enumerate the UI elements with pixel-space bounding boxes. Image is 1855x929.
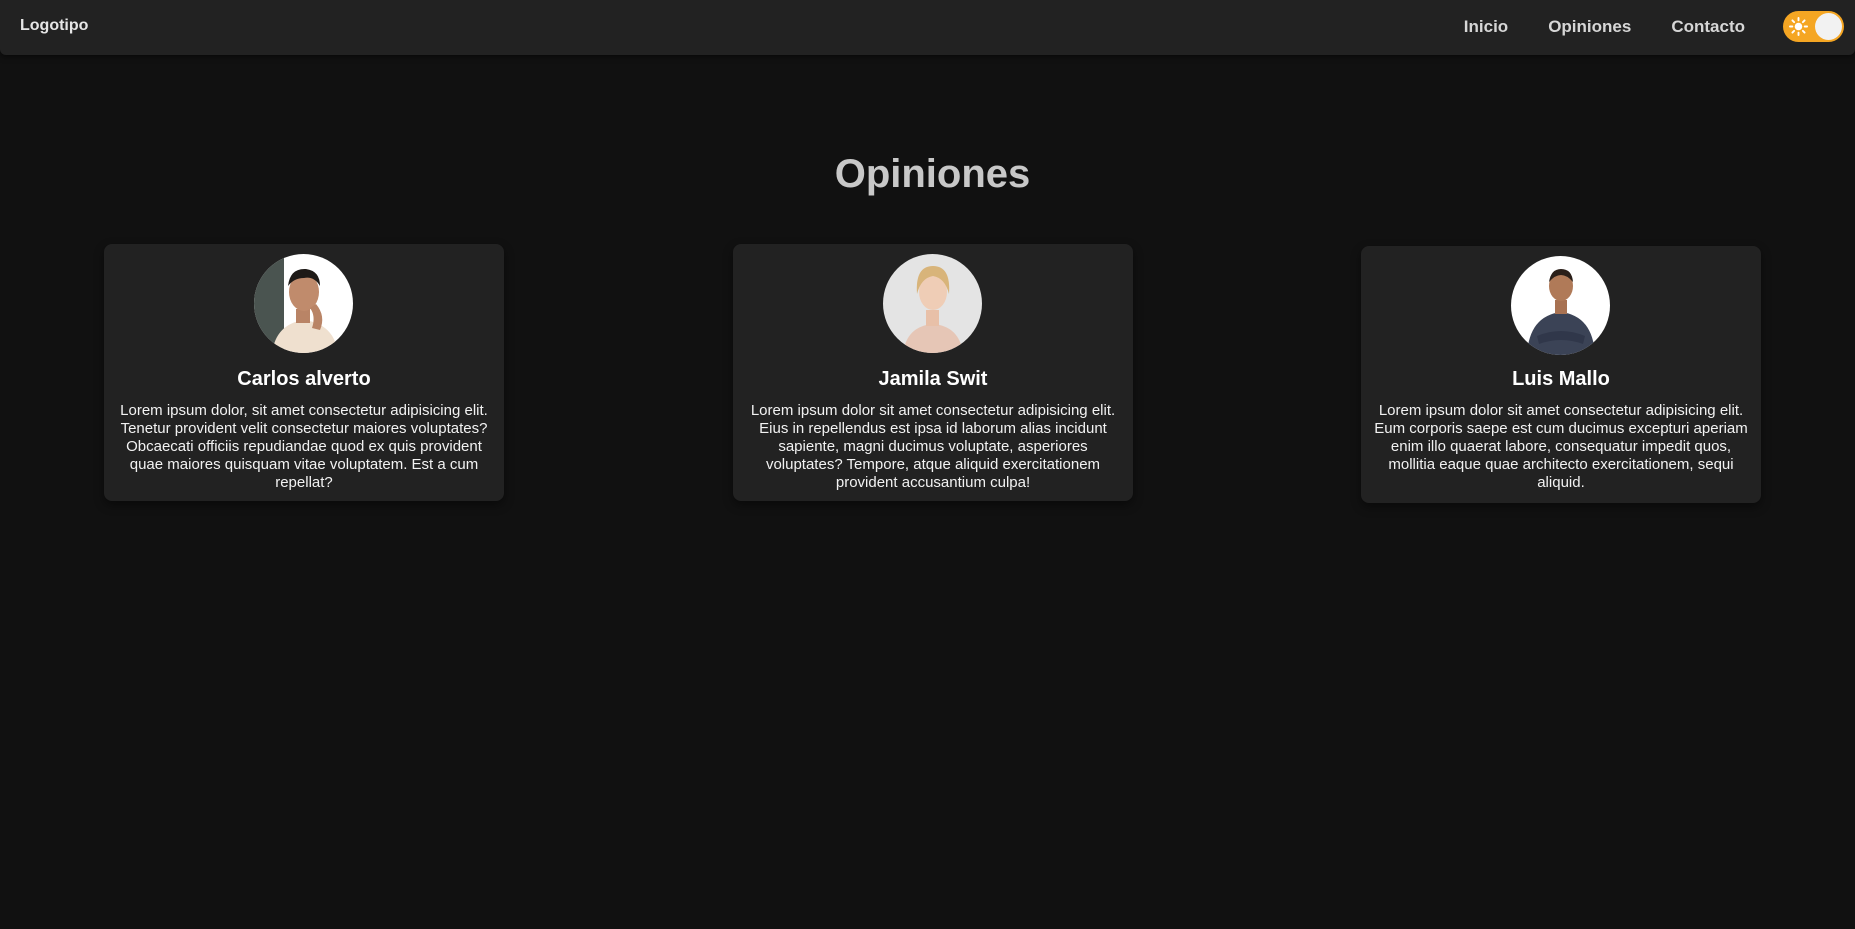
page-title: Opiniones bbox=[834, 152, 1031, 196]
theme-toggle[interactable] bbox=[1783, 11, 1844, 42]
avatar bbox=[254, 254, 353, 353]
avatar-photo bbox=[883, 254, 982, 353]
sun-icon bbox=[1789, 17, 1808, 36]
avatar-photo bbox=[1511, 256, 1610, 355]
avatar bbox=[1511, 256, 1610, 355]
card-name: Luis Mallo bbox=[1512, 368, 1610, 390]
card-text: Lorem ipsum dolor sit amet consectetur a… bbox=[750, 402, 1116, 491]
card-name: Jamila Swit bbox=[878, 368, 988, 390]
avatar bbox=[883, 254, 982, 353]
testimonial-card: Jamila Swit Lorem ipsum dolor sit amet c… bbox=[733, 244, 1133, 501]
testimonial-card: Carlos alverto Lorem ipsum dolor, sit am… bbox=[104, 244, 504, 501]
nav-links: Inicio Opiniones Contacto bbox=[1464, 17, 1745, 37]
nav-link-opiniones[interactable]: Opiniones bbox=[1548, 17, 1631, 37]
toggle-knob[interactable] bbox=[1815, 13, 1842, 40]
nav-link-inicio[interactable]: Inicio bbox=[1464, 17, 1508, 37]
testimonial-card: Luis Mallo Lorem ipsum dolor sit amet co… bbox=[1361, 246, 1761, 503]
card-text: Lorem ipsum dolor, sit amet consectetur … bbox=[120, 402, 488, 491]
card-name: Carlos alverto bbox=[237, 368, 371, 390]
logo[interactable]: Logotipo bbox=[20, 17, 88, 35]
navbar: Logotipo Inicio Opiniones Contacto bbox=[0, 0, 1855, 55]
nav-link-contacto[interactable]: Contacto bbox=[1671, 17, 1745, 37]
card-text: Lorem ipsum dolor sit amet consectetur a… bbox=[1374, 402, 1748, 491]
avatar-photo bbox=[254, 254, 353, 353]
